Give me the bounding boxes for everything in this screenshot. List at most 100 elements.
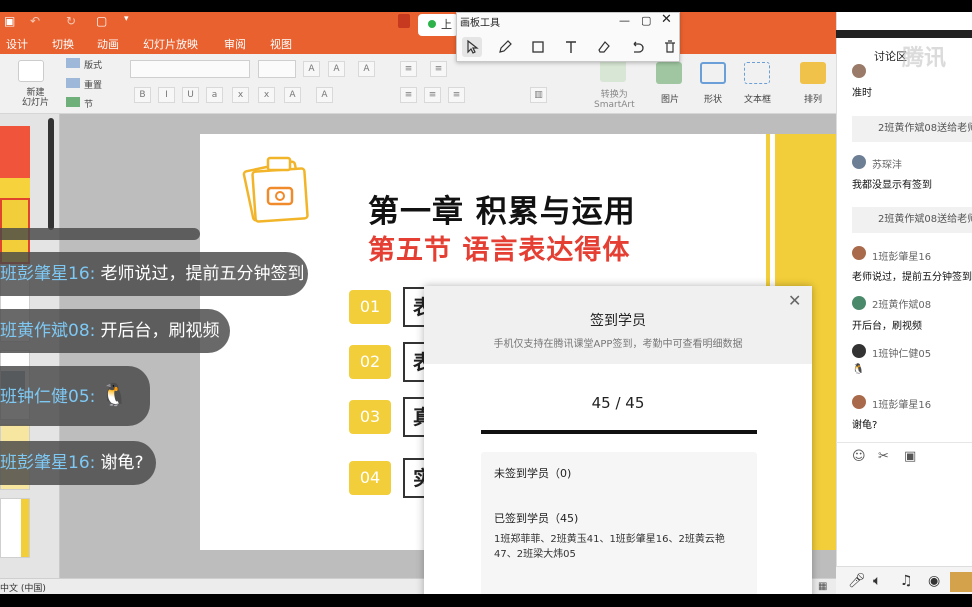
image-icon[interactable]: ▣: [904, 449, 916, 464]
chat-message: 老师说过，提前五分钟签到: [100, 264, 305, 284]
gift-notice: 2班黄作斌08送给老师: [852, 116, 972, 142]
picture-button[interactable]: 图片: [661, 92, 679, 105]
chat-bubble: 班黄作斌08: 开后台，刷视频: [0, 309, 230, 353]
menu-slideshow[interactable]: 幻灯片放映: [143, 36, 198, 52]
arrange-icon[interactable]: [800, 62, 826, 84]
align-left-icon[interactable]: ≡: [400, 87, 417, 103]
superscript-icon[interactable]: x: [232, 87, 249, 103]
signin-progress-bar: [481, 430, 757, 434]
save-icon[interactable]: ▣: [4, 14, 15, 28]
close-icon[interactable]: ✕: [661, 12, 672, 27]
redo-icon[interactable]: ↻: [66, 14, 76, 28]
trash-icon[interactable]: [660, 37, 680, 57]
grow-font-icon[interactable]: A: [303, 61, 320, 77]
notepad-photo-icon: [242, 156, 309, 223]
reset-button[interactable]: 重置: [84, 78, 102, 91]
music-icon[interactable]: ♫: [900, 573, 913, 589]
maximize-icon[interactable]: ▢: [641, 14, 651, 27]
new-slide-button[interactable]: 新建 幻灯片: [22, 88, 49, 108]
smartart-icon[interactable]: [600, 60, 626, 82]
font-color-icon[interactable]: A: [316, 87, 333, 103]
subscript-icon[interactable]: x: [258, 87, 275, 103]
chat-message: 开后台，刷视频: [100, 321, 220, 341]
underline-icon[interactable]: U: [182, 87, 199, 103]
view-grid-icon[interactable]: ▦: [818, 581, 827, 592]
new-file-icon[interactable]: ▢: [96, 14, 107, 28]
screen: ▣ ↶ ↻ ▢ ▾ 设计 切换 动画 幻灯片放映 审阅 视图 新建 幻灯片 版式…: [0, 0, 972, 607]
signin-title: 签到学员: [590, 313, 646, 329]
emoji-icon[interactable]: ☺: [852, 449, 866, 464]
italic-icon[interactable]: I: [158, 87, 175, 103]
picture-icon[interactable]: [656, 62, 682, 84]
pen-icon[interactable]: [495, 37, 515, 57]
discussion-sender: 1班彭肇星16: [872, 400, 932, 411]
shape-icon[interactable]: [700, 62, 726, 84]
strike-icon[interactable]: a: [206, 87, 223, 103]
menu-design[interactable]: 设计: [6, 36, 28, 52]
close-icon[interactable]: ✕: [788, 291, 801, 310]
signed-students-list: 1班郑菲菲、2班黄玉41、1班彭肇星16、2班黄云艳47、2班梁大炜05: [494, 534, 725, 560]
live-dot-icon: [428, 20, 436, 28]
language-status: 中文 (中国): [0, 584, 46, 594]
ppt-menubar: 设计 切换 动画 幻灯片放映 审阅 视图: [0, 32, 836, 54]
discussion-sender: 1班钟仁健05: [872, 349, 932, 360]
bottom-letterbox: [0, 594, 972, 607]
live-indicator[interactable]: [418, 14, 458, 36]
section-button[interactable]: 节: [84, 97, 93, 110]
menu-animations[interactable]: 动画: [97, 36, 119, 52]
text-icon[interactable]: [561, 37, 581, 57]
minimize-icon[interactable]: —: [619, 14, 630, 27]
customize-dropdown-icon[interactable]: ▾: [124, 14, 129, 24]
shape-button[interactable]: 形状: [704, 92, 722, 105]
chat-sender: 班彭肇星16:: [0, 264, 96, 284]
bold-icon[interactable]: B: [134, 87, 151, 103]
clear-format-icon[interactable]: A: [358, 61, 375, 77]
signin-hint: 手机仅支持在腾讯课堂APP签到，考勤中可查看明细数据: [493, 339, 743, 350]
camera-icon[interactable]: ◉: [928, 573, 940, 589]
textbox-button[interactable]: 文本框: [744, 92, 771, 105]
pointer-icon[interactable]: [462, 37, 482, 57]
menu-review[interactable]: 审阅: [224, 36, 246, 52]
new-slide-icon[interactable]: [18, 60, 44, 82]
shrink-font-icon[interactable]: A: [328, 61, 345, 77]
avatar: [852, 246, 866, 260]
draw-tool-title: 画板工具: [460, 18, 500, 29]
signed-students-label: 已签到学员（45): [494, 512, 579, 525]
live-indicator-label: 上: [441, 18, 452, 31]
avatar: [852, 296, 866, 310]
layout-button[interactable]: 版式: [84, 58, 102, 71]
align-center-icon[interactable]: ≡: [424, 87, 441, 103]
slide-thumbnail-1[interactable]: [0, 126, 30, 198]
align-right-icon[interactable]: ≡: [448, 87, 465, 103]
numbering-icon[interactable]: ≡: [430, 61, 447, 77]
arrange-button[interactable]: 排列: [804, 92, 822, 105]
avatar: [852, 395, 866, 409]
font-family-select[interactable]: [130, 60, 250, 78]
highlight-icon[interactable]: A: [284, 87, 301, 103]
speaker-icon[interactable]: 🔈︎: [873, 573, 881, 589]
menu-transitions[interactable]: 切换: [52, 36, 74, 52]
user-avatar[interactable]: [950, 572, 972, 592]
slide-thumbnail-6[interactable]: [0, 498, 30, 558]
discussion-sender: 2班黄作斌08: [872, 300, 932, 311]
ribbon: 新建 幻灯片 版式 重置 节 A A A B I U a x x A A ≡ ≡…: [0, 54, 836, 114]
avatar: [852, 344, 866, 358]
scissors-icon[interactable]: ✂: [878, 449, 889, 464]
discussion-message: 谢龟?: [852, 420, 878, 431]
discussion-message: 我都没显示有签到: [852, 180, 932, 191]
draw-tool-panel[interactable]: 画板工具 — ▢ ✕: [456, 12, 680, 62]
rectangle-icon[interactable]: [528, 37, 548, 57]
undo-icon[interactable]: [627, 37, 647, 57]
eraser-icon[interactable]: [594, 37, 614, 57]
avatar: [852, 155, 866, 169]
slide-number-badge: 02: [349, 345, 391, 379]
columns-icon[interactable]: ▥: [530, 87, 547, 103]
thumbnail-scrollbar[interactable]: [48, 118, 54, 230]
textbox-icon[interactable]: [744, 62, 770, 84]
font-size-select[interactable]: [258, 60, 296, 78]
undo-icon[interactable]: ↶: [30, 14, 40, 28]
convert-smartart-button[interactable]: 转换为 SmartArt: [594, 90, 635, 110]
microphone-icon[interactable]: 🎤︎: [848, 573, 866, 589]
menu-view[interactable]: 视图: [270, 36, 292, 52]
bullets-icon[interactable]: ≡: [400, 61, 417, 77]
